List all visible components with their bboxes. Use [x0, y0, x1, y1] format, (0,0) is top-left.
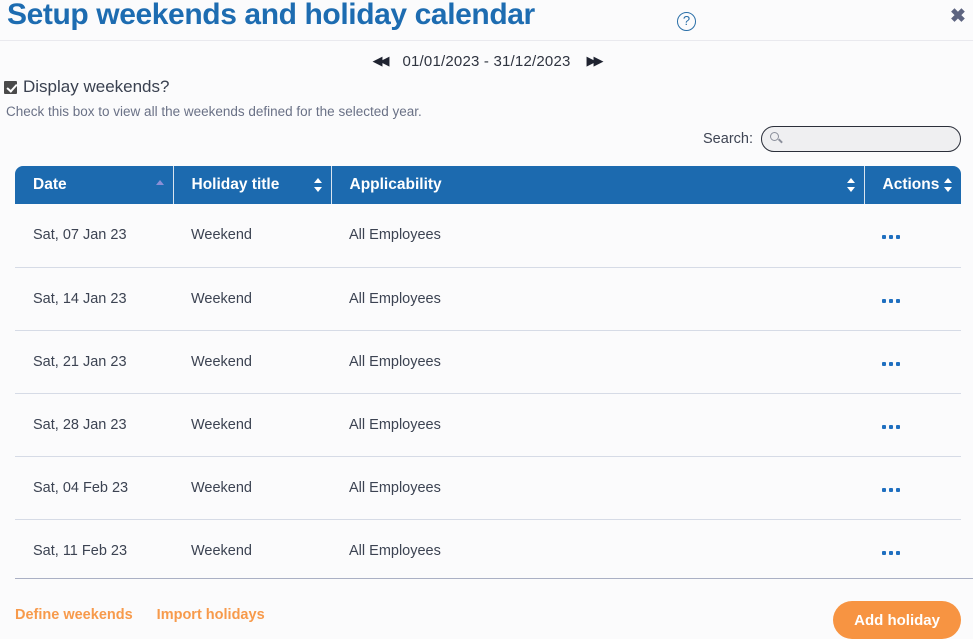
modal-footer: Define weekends Import holidays Add holi… [0, 579, 973, 639]
row-actions-ellipsis-icon[interactable] [882, 424, 906, 429]
close-icon[interactable]: ✖ [946, 5, 970, 29]
table-body: Sat, 07 Jan 23 Weekend All Employees Sat… [15, 204, 961, 582]
row-actions-ellipsis-icon[interactable] [882, 235, 906, 240]
search-area: Search: [703, 126, 961, 152]
cell-holiday-title: Weekend [173, 267, 331, 331]
cell-applicability: All Employees [331, 267, 864, 331]
sort-ascending-icon [155, 176, 165, 194]
search-field [761, 126, 961, 152]
cell-actions [864, 330, 961, 394]
cell-actions [864, 393, 961, 457]
footer-links: Define weekends Import holidays [15, 607, 265, 623]
display-weekends-block: Display weekends? Check this box to view… [4, 76, 422, 119]
cell-holiday-title: Weekend [173, 519, 331, 582]
cell-actions [864, 519, 961, 582]
table-row: Sat, 28 Jan 23 Weekend All Employees [15, 393, 961, 457]
cell-date: Sat, 11 Feb 23 [15, 519, 173, 582]
page-title: Setup weekends and holiday calendar [7, 0, 535, 31]
table-row: Sat, 21 Jan 23 Weekend All Employees [15, 330, 961, 394]
row-actions-ellipsis-icon[interactable] [882, 487, 906, 492]
sort-toggle-icon [943, 176, 953, 194]
cell-actions [864, 267, 961, 331]
next-year-icon[interactable]: ▶▶ [584, 51, 604, 71]
holiday-table: Date Holiday title Applicability Actions [15, 166, 973, 582]
previous-year-icon[interactable]: ◀◀ [369, 51, 389, 71]
table-header-row: Date Holiday title Applicability Actions [15, 166, 961, 204]
table-row: Sat, 11 Feb 23 Weekend All Employees [15, 519, 961, 582]
cell-applicability: All Employees [331, 456, 864, 520]
cell-applicability: All Employees [331, 330, 864, 394]
add-holiday-button[interactable]: Add holiday [833, 601, 961, 639]
question-mark-circle-icon[interactable]: ? [677, 12, 696, 31]
row-actions-ellipsis-icon[interactable] [882, 298, 906, 303]
table-row: Sat, 04 Feb 23 Weekend All Employees [15, 456, 961, 520]
modal-header: Setup weekends and holiday calendar ? ✖ [0, 0, 973, 41]
sort-toggle-icon [313, 176, 323, 194]
import-holidays-link[interactable]: Import holidays [157, 607, 265, 623]
cell-holiday-title: Weekend [173, 456, 331, 520]
cell-date: Sat, 07 Jan 23 [15, 204, 173, 268]
display-weekends-hint: Check this box to view all the weekends … [6, 104, 422, 119]
table-row: Sat, 07 Jan 23 Weekend All Employees [15, 204, 961, 268]
row-actions-ellipsis-icon[interactable] [882, 361, 906, 366]
cell-date: Sat, 28 Jan 23 [15, 393, 173, 457]
cell-date: Sat, 21 Jan 23 [15, 330, 173, 394]
search-input[interactable] [761, 126, 961, 152]
table-row: Sat, 14 Jan 23 Weekend All Employees [15, 267, 961, 331]
date-range-label: 01/01/2023 - 31/12/2023 [402, 52, 571, 70]
column-header-holiday-title[interactable]: Holiday title [173, 166, 332, 204]
cell-holiday-title: Weekend [173, 393, 331, 457]
search-label: Search: [703, 131, 753, 147]
cell-applicability: All Employees [331, 519, 864, 582]
column-header-actions-label: Actions [882, 176, 940, 193]
row-actions-ellipsis-icon[interactable] [882, 550, 906, 555]
display-weekends-label[interactable]: Display weekends? [23, 77, 169, 97]
cell-actions [864, 204, 961, 268]
cell-date: Sat, 14 Jan 23 [15, 267, 173, 331]
cell-date: Sat, 04 Feb 23 [15, 456, 173, 520]
cell-applicability: All Employees [331, 393, 864, 457]
date-range-nav: ◀◀ 01/01/2023 - 31/12/2023 ▶▶ [0, 42, 973, 80]
cell-actions [864, 456, 961, 520]
column-header-date-label: Date [33, 176, 67, 193]
display-weekends-row[interactable]: Display weekends? [4, 76, 169, 98]
column-header-date[interactable]: Date [15, 166, 174, 204]
column-header-holiday-title-label: Holiday title [191, 176, 280, 193]
cell-holiday-title: Weekend [173, 330, 331, 394]
define-weekends-link[interactable]: Define weekends [15, 607, 133, 623]
holiday-calendar-modal: Setup weekends and holiday calendar ? ✖ … [0, 0, 973, 639]
column-header-applicability[interactable]: Applicability [331, 166, 865, 204]
cell-holiday-title: Weekend [173, 204, 331, 268]
column-header-applicability-label: Applicability [349, 176, 442, 193]
cell-applicability: All Employees [331, 204, 864, 268]
display-weekends-checkbox[interactable] [4, 80, 17, 94]
column-header-actions[interactable]: Actions [864, 166, 961, 204]
sort-toggle-icon [846, 176, 856, 194]
